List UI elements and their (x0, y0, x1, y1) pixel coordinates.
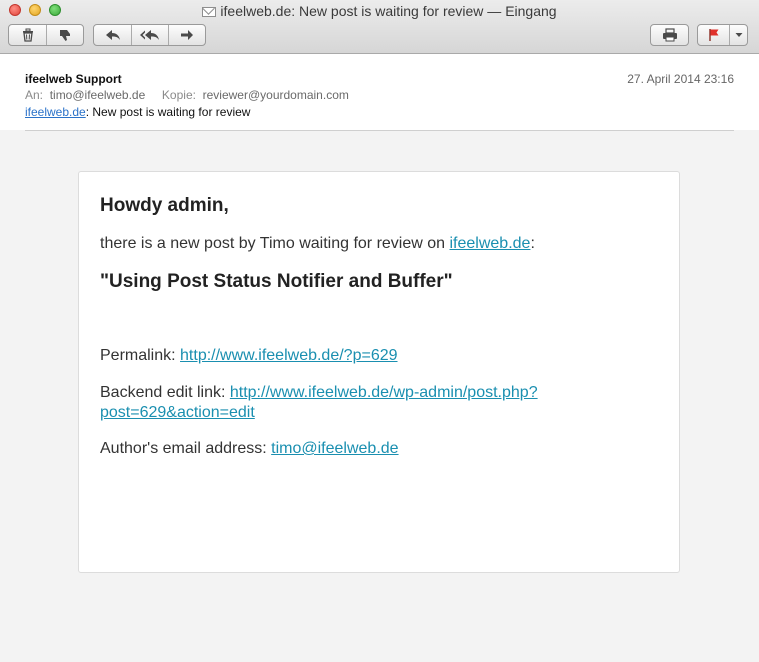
reply-forward-group (93, 24, 206, 46)
forward-button[interactable] (168, 25, 205, 45)
envelope-icon (202, 7, 217, 17)
edit-link-label: Backend edit link: (100, 384, 230, 401)
author-email-line: Author's email address: timo@ifeelweb.de (100, 439, 399, 459)
chevron-down-icon (735, 33, 742, 37)
reply-all-icon (140, 30, 159, 40)
edit-link-line: Backend edit link: http://www.ifeelweb.d… (100, 383, 538, 423)
cc-address[interactable]: reviewer@yourdomain.com (203, 88, 349, 102)
thumbs-down-icon (60, 30, 70, 41)
flag-button[interactable] (698, 25, 729, 45)
to-address[interactable]: timo@ifeelweb.de (50, 88, 146, 102)
window-title: ifeelweb.de: New post is waiting for rev… (0, 3, 759, 19)
header-divider (25, 130, 734, 131)
intro-end: : (530, 235, 535, 252)
recipients-line: An: timo@ifeelweb.de Kopie: reviewer@you… (25, 88, 349, 102)
delete-junk-group (8, 24, 84, 46)
forward-arrow-icon (181, 30, 193, 40)
edit-link-url-line1[interactable]: http://www.ifeelweb.de/wp-admin/post.php… (230, 384, 538, 401)
greeting: Howdy admin, (100, 195, 229, 216)
permalink-label: Permalink: (100, 347, 181, 364)
junk-button[interactable] (46, 25, 83, 45)
sender-name[interactable]: ifeelweb Support (25, 72, 122, 86)
window-titlebar: ifeelweb.de: New post is waiting for rev… (0, 0, 759, 54)
intro-text: there is a new post by Timo waiting for … (100, 235, 450, 252)
reply-button[interactable] (94, 25, 131, 45)
edit-link-url-line2[interactable]: post=629&action=edit (100, 404, 255, 421)
flag-icon (708, 29, 718, 41)
permalink-link[interactable]: http://www.ifeelweb.de/?p=629 (180, 347, 397, 364)
author-email-link[interactable]: timo@ifeelweb.de (271, 440, 398, 457)
intro-paragraph: there is a new post by Timo waiting for … (100, 234, 535, 254)
author-email-label: Author's email address: (100, 440, 272, 457)
message-body-card: Howdy admin, there is a new post by Timo… (78, 171, 680, 573)
printer-icon (662, 28, 677, 42)
cc-label: Kopie: (161, 88, 196, 102)
print-button[interactable] (651, 25, 688, 45)
reply-arrow-icon (105, 30, 120, 40)
delete-button[interactable] (9, 25, 46, 45)
to-label: An: (25, 88, 44, 102)
subject-text: : New post is waiting for review (85, 105, 251, 119)
message-date: 27. April 2014 23:16 (627, 72, 734, 86)
message-header: ifeelweb Support 27. April 2014 23:16 An… (0, 54, 759, 130)
subject-link[interactable]: ifeelweb.de (25, 105, 86, 119)
flag-group (697, 24, 748, 46)
trash-icon (22, 28, 33, 42)
flag-menu-button[interactable] (729, 25, 747, 45)
reply-all-button[interactable] (131, 25, 168, 45)
print-group (650, 24, 689, 46)
post-title: "Using Post Status Notifier and Buffer" (100, 271, 453, 292)
message-subject: ifeelweb.de: New post is waiting for rev… (25, 105, 250, 119)
permalink-line: Permalink: http://www.ifeelweb.de/?p=629 (100, 346, 398, 366)
intro-site-link[interactable]: ifeelweb.de (450, 235, 531, 252)
